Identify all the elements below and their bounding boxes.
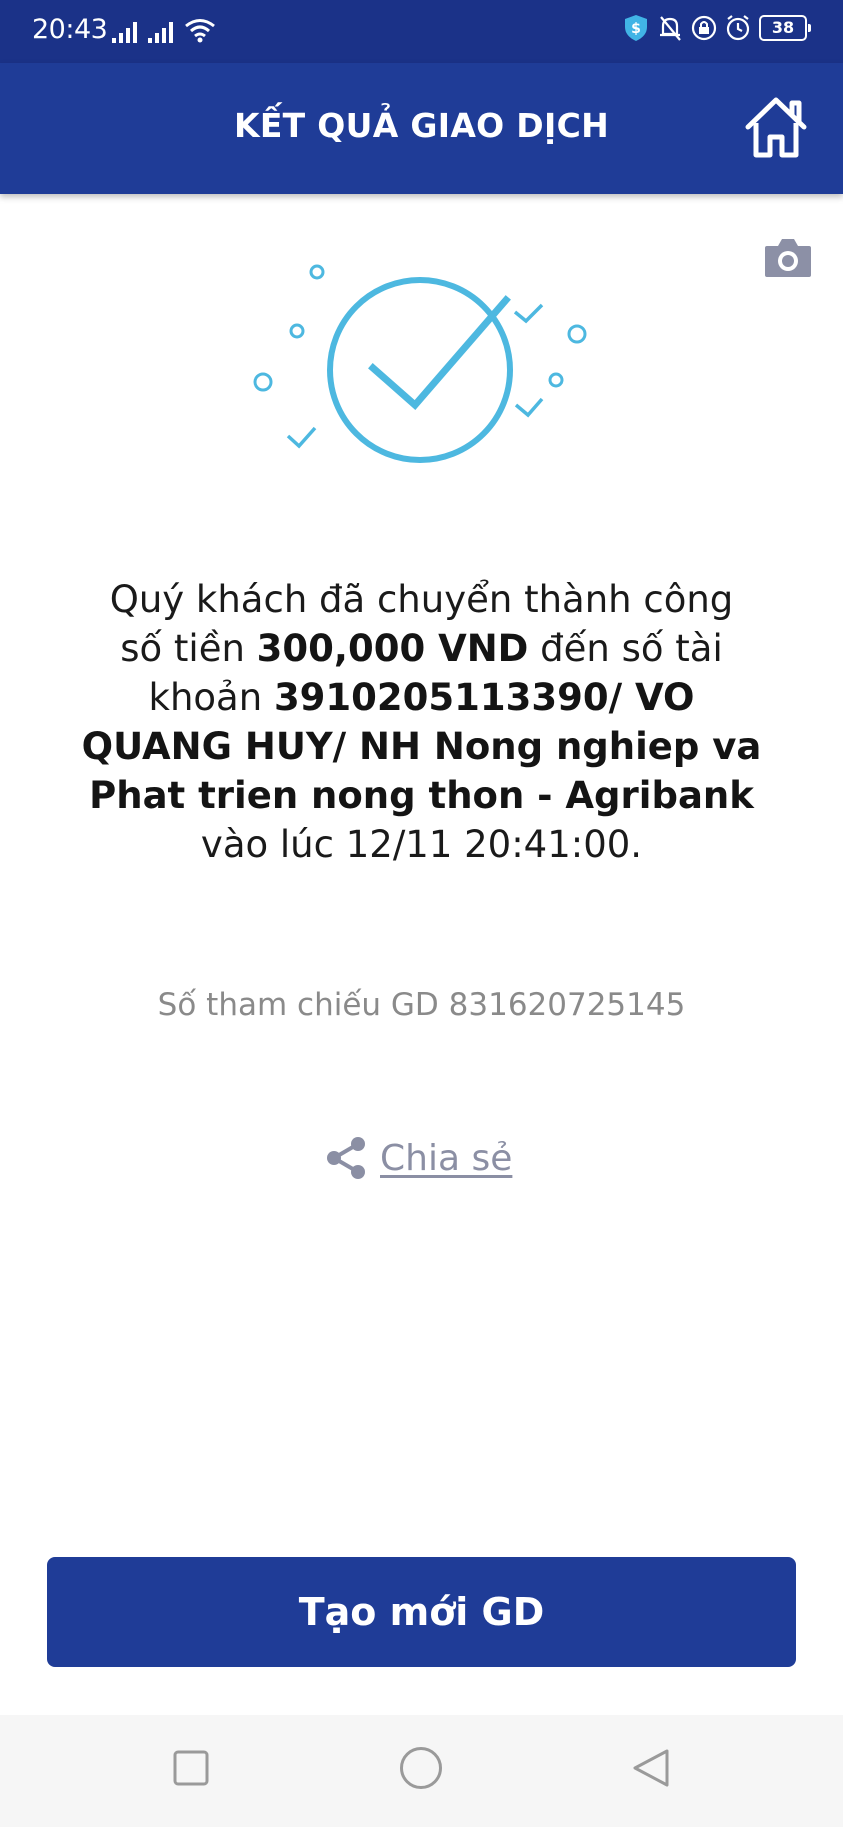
camera-icon[interactable] <box>763 236 813 278</box>
status-icons: $ 38 <box>623 14 811 42</box>
result-line1: Quý khách đã chuyển thành công <box>109 578 734 621</box>
home-nav-icon[interactable] <box>399 1746 443 1790</box>
transfer-amount: 300,000 VND <box>256 627 529 670</box>
share-icon <box>327 1137 365 1179</box>
share-button[interactable]: Chia sẻ <box>322 1133 512 1183</box>
svg-text:$: $ <box>631 21 641 37</box>
shield-icon: $ <box>625 15 647 41</box>
alarm-icon <box>726 15 750 41</box>
reference-number: Số tham chiếu GD 831620725145 <box>157 987 686 1023</box>
share-label[interactable]: Chia sẻ <box>380 1138 512 1179</box>
bell-muted-icon <box>660 16 681 41</box>
time-prefix: vào lúc <box>200 823 346 866</box>
amount-prefix: số tiền <box>120 627 257 670</box>
lock-rotation-icon <box>691 15 717 41</box>
transfer-time: 12/11 20:41:00. <box>345 823 643 866</box>
home-icon[interactable] <box>743 95 809 159</box>
signal-icon <box>112 22 137 43</box>
page-title: KẾT QUẢ GIAO DỊCH <box>233 106 610 145</box>
status-time: 20:43 <box>32 14 108 45</box>
system-nav-bar <box>0 1715 843 1827</box>
new-transaction-button[interactable]: Tạo mới GD <box>47 1557 796 1667</box>
battery-indicator: 38 <box>759 15 811 41</box>
back-icon[interactable] <box>631 1748 671 1788</box>
status-bar: 20:43 $ 38 <box>0 0 843 63</box>
wifi-icon <box>185 19 215 43</box>
recents-icon[interactable] <box>173 1750 209 1786</box>
app-header: KẾT QUẢ GIAO DỊCH <box>0 63 843 194</box>
check-circle-icon <box>253 264 587 463</box>
signal-icon <box>148 22 173 43</box>
result-message: Quý khách đã chuyển thành công số tiền 3… <box>80 575 763 869</box>
